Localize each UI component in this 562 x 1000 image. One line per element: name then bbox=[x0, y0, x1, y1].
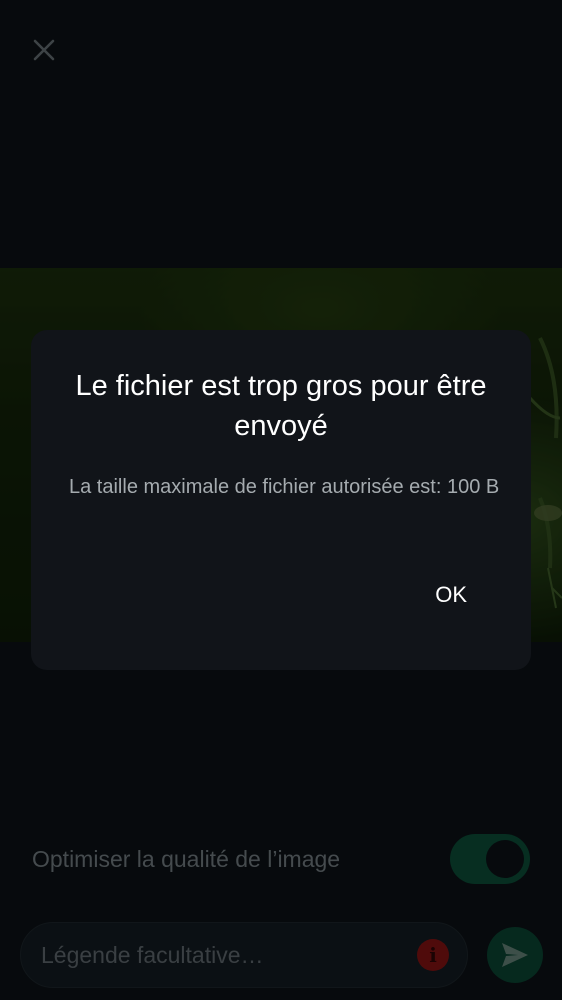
file-too-large-dialog: Le fichier est trop gros pour être envoy… bbox=[31, 330, 531, 670]
media-send-screen: Optimiser la qualité de l’image i Le fic… bbox=[0, 0, 562, 1000]
ok-button[interactable]: OK bbox=[425, 576, 477, 614]
dialog-message: La taille maximale de fichier autorisée … bbox=[69, 476, 500, 498]
dialog-title: Le fichier est trop gros pour être envoy… bbox=[75, 370, 487, 442]
